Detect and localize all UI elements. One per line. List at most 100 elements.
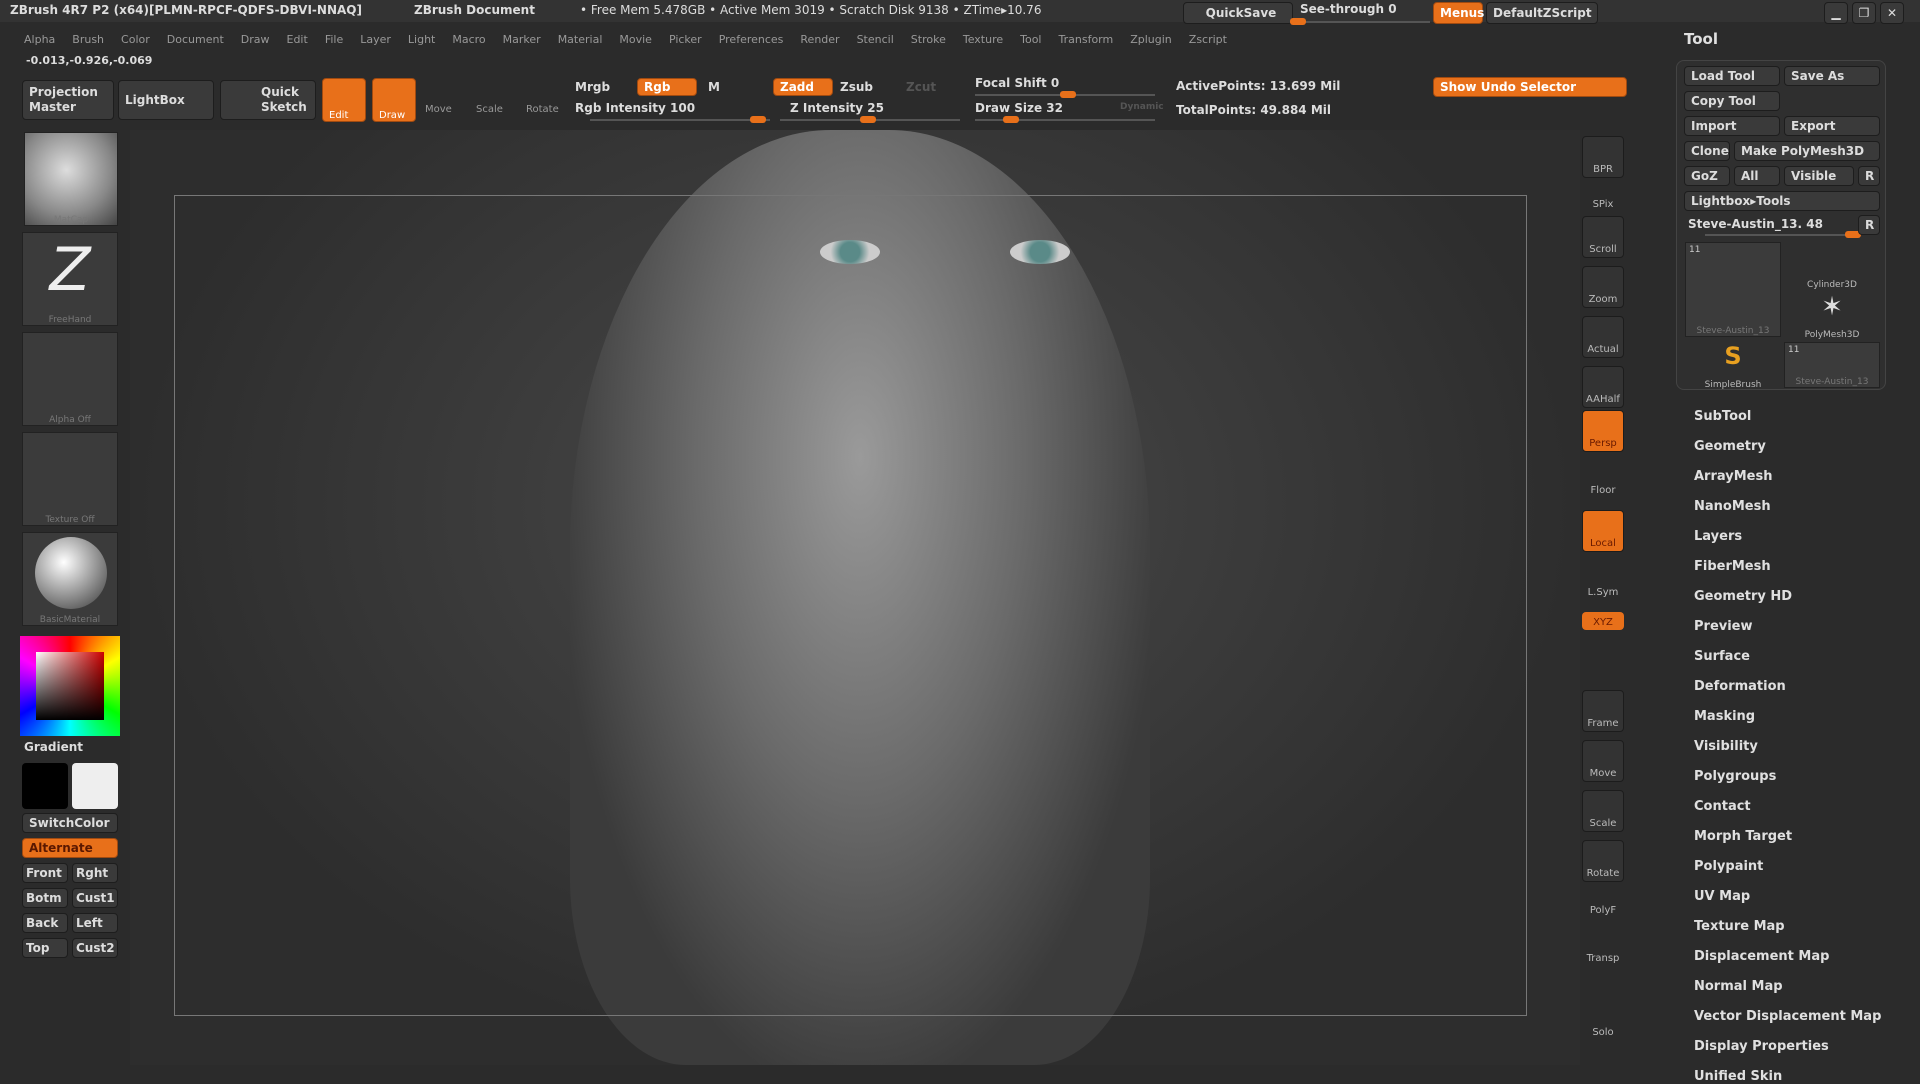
view-top-button[interactable]: Top bbox=[22, 938, 68, 958]
menu-color[interactable]: Color bbox=[121, 33, 150, 46]
zoom-button[interactable]: Zoom bbox=[1582, 266, 1624, 308]
menu-macro[interactable]: Macro bbox=[452, 33, 485, 46]
tool-section-arraymesh[interactable]: ArrayMesh bbox=[1694, 469, 1772, 484]
zcut-button[interactable]: Zcut bbox=[906, 80, 936, 94]
menu-zscript[interactable]: Zscript bbox=[1189, 33, 1227, 46]
tool-section-display-properties[interactable]: Display Properties bbox=[1694, 1039, 1829, 1054]
tool-section-unified-skin[interactable]: Unified Skin bbox=[1694, 1069, 1782, 1084]
move-button[interactable]: Move bbox=[1582, 740, 1624, 782]
lightbox-tools-button[interactable]: Lightbox▸Tools bbox=[1684, 191, 1880, 211]
tool-section-visibility[interactable]: Visibility bbox=[1694, 739, 1758, 754]
copy-tool-button[interactable]: Copy Tool bbox=[1684, 91, 1780, 111]
texture-selector[interactable]: Texture Off bbox=[22, 432, 118, 526]
tool-section-geometry[interactable]: Geometry bbox=[1694, 439, 1766, 454]
menu-draw[interactable]: Draw bbox=[241, 33, 270, 46]
aahalf-button[interactable]: AAHalf bbox=[1582, 366, 1624, 408]
menu-marker[interactable]: Marker bbox=[503, 33, 541, 46]
goz-all-button[interactable]: All bbox=[1734, 166, 1780, 186]
edit-button[interactable]: Edit bbox=[322, 78, 366, 122]
stroke-selector[interactable]: Z FreeHand bbox=[22, 232, 118, 326]
import-button[interactable]: Import bbox=[1684, 116, 1780, 136]
menu-texture[interactable]: Texture bbox=[963, 33, 1003, 46]
rotate-button[interactable]: Rotate bbox=[526, 104, 559, 115]
tool-thumb-simplebrush[interactable]: S SimpleBrush bbox=[1685, 342, 1781, 390]
menu-movie[interactable]: Movie bbox=[619, 33, 652, 46]
menu-brush[interactable]: Brush bbox=[72, 33, 104, 46]
goz-button[interactable]: GoZ bbox=[1684, 166, 1730, 186]
m-button[interactable]: M bbox=[708, 80, 720, 94]
actual-button[interactable]: Actual bbox=[1582, 316, 1624, 358]
color-square[interactable] bbox=[36, 652, 104, 720]
dynamic-toggle[interactable]: Dynamic bbox=[1120, 102, 1164, 112]
menu-material[interactable]: Material bbox=[558, 33, 603, 46]
transp-button[interactable]: Transp bbox=[1582, 936, 1624, 966]
lsym-button[interactable]: L.Sym bbox=[1582, 570, 1624, 600]
alternate-button[interactable]: Alternate bbox=[22, 838, 118, 858]
lightbox-button[interactable]: LightBox bbox=[118, 80, 214, 120]
view-botm-button[interactable]: Botm bbox=[22, 888, 68, 908]
menu-alpha[interactable]: Alpha bbox=[24, 33, 55, 46]
draw-button[interactable]: Draw bbox=[372, 78, 416, 122]
floor-button[interactable]: Floor bbox=[1582, 468, 1624, 498]
secondary-color-swatch[interactable] bbox=[72, 763, 118, 809]
solo-button[interactable]: Solo bbox=[1582, 1010, 1624, 1040]
menus-button[interactable]: Menus bbox=[1433, 2, 1484, 24]
bpr-button[interactable]: BPR bbox=[1582, 136, 1624, 178]
persp-button[interactable]: Persp bbox=[1582, 410, 1624, 452]
minimize-icon[interactable]: ▁ bbox=[1824, 2, 1848, 24]
view-front-button[interactable]: Front bbox=[22, 863, 68, 883]
tool-section-layers[interactable]: Layers bbox=[1694, 529, 1742, 544]
spix-button[interactable]: SPix bbox=[1582, 182, 1624, 212]
tool-section-texture-map[interactable]: Texture Map bbox=[1694, 919, 1785, 934]
scale-button[interactable]: Scale bbox=[476, 104, 503, 115]
view-back-button[interactable]: Back bbox=[22, 913, 68, 933]
see-through-knob[interactable] bbox=[1290, 18, 1306, 25]
save-as-button[interactable]: Save As bbox=[1784, 66, 1880, 86]
material-sphere-selector[interactable]: BasicMaterial bbox=[22, 532, 118, 626]
make-polymesh-button[interactable]: Make PolyMesh3D bbox=[1734, 141, 1880, 161]
menu-preferences[interactable]: Preferences bbox=[719, 33, 784, 46]
material-selector[interactable]: MatCap bbox=[24, 132, 118, 226]
clone-button[interactable]: Clone bbox=[1684, 141, 1730, 161]
z-intensity-slider[interactable]: Z Intensity 25 bbox=[790, 101, 884, 115]
alpha-selector[interactable]: Alpha Off bbox=[22, 332, 118, 426]
menu-picker[interactable]: Picker bbox=[669, 33, 702, 46]
view-cust1-button[interactable]: Cust1 bbox=[72, 888, 118, 908]
xyz-button[interactable]: XYZ bbox=[1582, 612, 1624, 630]
tool-thumb-steve-austin[interactable]: 11 Steve-Austin_13 bbox=[1685, 242, 1781, 337]
quick-sketch-button[interactable]: Quick Sketch bbox=[220, 80, 316, 120]
tool-section-subtool[interactable]: SubTool bbox=[1694, 409, 1751, 424]
zsub-button[interactable]: Zsub bbox=[840, 80, 873, 94]
see-through-slider[interactable]: See-through 0 bbox=[1300, 2, 1397, 16]
local-button[interactable]: Local bbox=[1582, 510, 1624, 552]
zadd-button[interactable]: Zadd bbox=[773, 78, 833, 96]
tool-r-button[interactable]: R bbox=[1858, 215, 1880, 235]
tool-section-uv-map[interactable]: UV Map bbox=[1694, 889, 1750, 904]
color-picker[interactable] bbox=[20, 636, 120, 736]
rgb-button[interactable]: Rgb bbox=[637, 78, 697, 96]
main-color-swatch[interactable] bbox=[22, 763, 68, 809]
menu-zplugin[interactable]: Zplugin bbox=[1130, 33, 1172, 46]
quicksave-button[interactable]: QuickSave bbox=[1183, 2, 1293, 24]
projection-master-button[interactable]: Projection Master bbox=[22, 80, 114, 120]
tool-section-normal-map[interactable]: Normal Map bbox=[1694, 979, 1783, 994]
default-zscript-button[interactable]: DefaultZScript bbox=[1486, 2, 1598, 24]
scroll-button[interactable]: Scroll bbox=[1582, 216, 1624, 258]
menu-layer[interactable]: Layer bbox=[360, 33, 391, 46]
menu-file[interactable]: File bbox=[325, 33, 343, 46]
menu-stroke[interactable]: Stroke bbox=[911, 33, 946, 46]
tool-section-vector-displacement-map[interactable]: Vector Displacement Map bbox=[1694, 1009, 1881, 1024]
goz-r-button[interactable]: R bbox=[1858, 166, 1880, 186]
menu-stencil[interactable]: Stencil bbox=[857, 33, 894, 46]
menu-tool[interactable]: Tool bbox=[1020, 33, 1041, 46]
tool-section-surface[interactable]: Surface bbox=[1694, 649, 1750, 664]
tool-section-polypaint[interactable]: Polypaint bbox=[1694, 859, 1763, 874]
mrgb-button[interactable]: Mrgb bbox=[575, 80, 610, 94]
tool-thumb-cylinder3d[interactable]: Cylinder3D bbox=[1784, 242, 1880, 290]
polyf-button[interactable]: PolyF bbox=[1582, 888, 1624, 918]
move-button[interactable]: Move bbox=[425, 104, 452, 115]
load-tool-button[interactable]: Load Tool bbox=[1684, 66, 1780, 86]
tool-section-fibermesh[interactable]: FiberMesh bbox=[1694, 559, 1771, 574]
view-rght-button[interactable]: Rght bbox=[72, 863, 118, 883]
view-left-button[interactable]: Left bbox=[72, 913, 118, 933]
